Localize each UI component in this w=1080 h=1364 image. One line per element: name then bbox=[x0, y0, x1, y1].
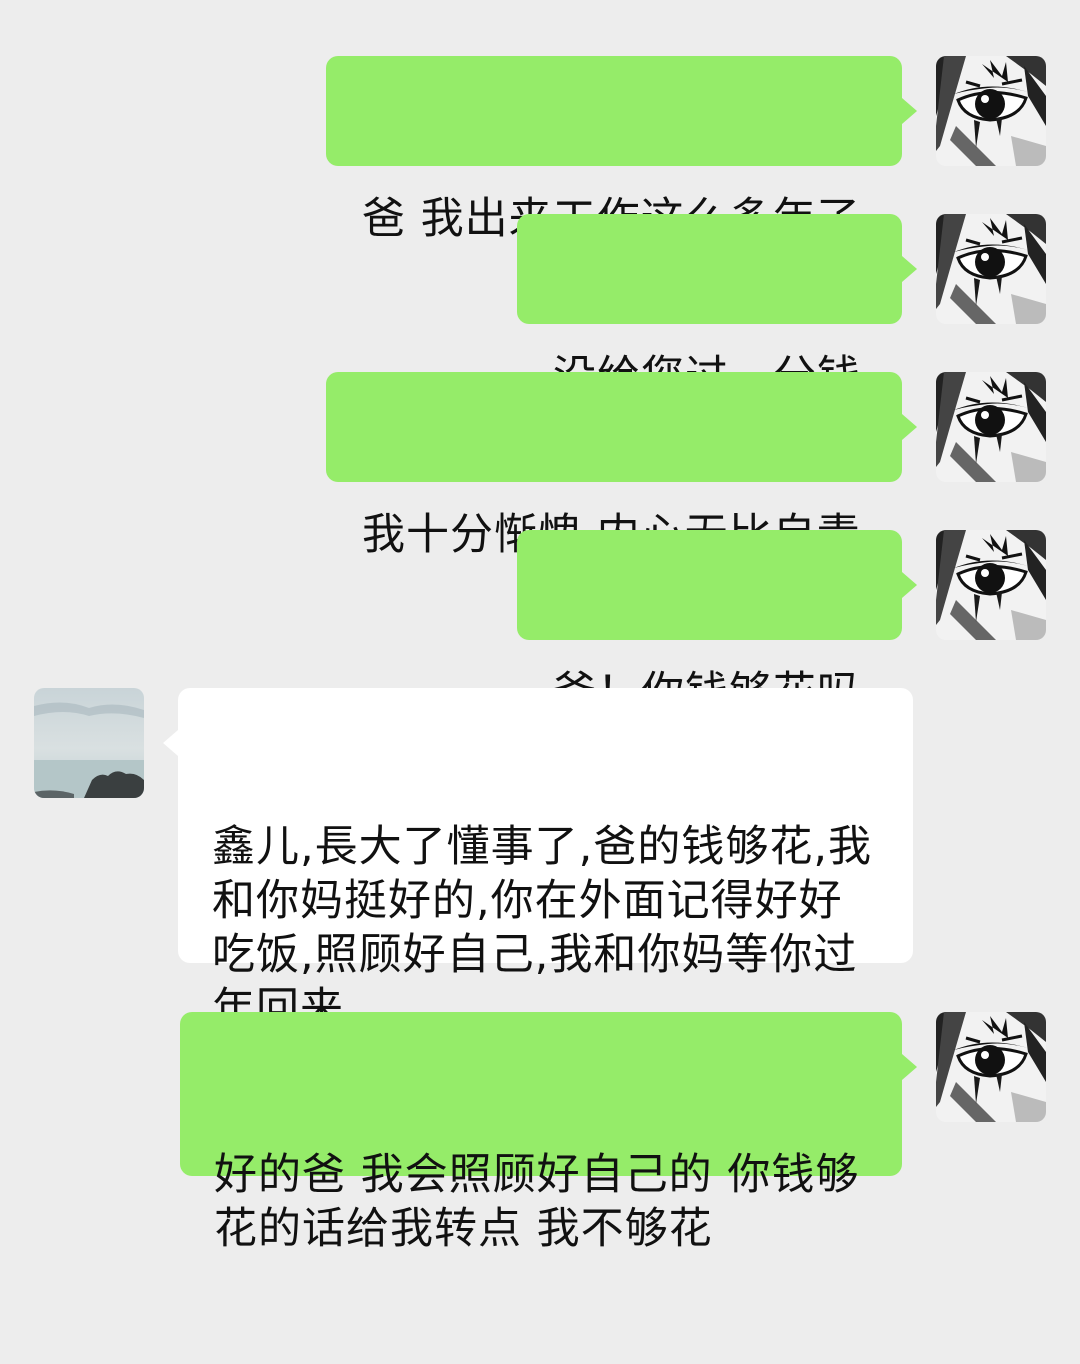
my-avatar-icon[interactable] bbox=[936, 372, 1046, 482]
bubble-tail bbox=[902, 1054, 917, 1080]
manga-eye-avatar-icon bbox=[936, 214, 1046, 324]
bubble-tail bbox=[902, 98, 917, 124]
bubble-tail bbox=[902, 256, 917, 282]
bubble-tail bbox=[163, 730, 178, 756]
my-avatar-icon[interactable] bbox=[936, 530, 1046, 640]
my-avatar-icon[interactable] bbox=[936, 214, 1046, 324]
my-avatar-icon[interactable] bbox=[936, 56, 1046, 166]
outgoing-message-bubble[interactable]: 好的爸 我会照顾好自己的 你钱够花的话给我转点 我不够花 bbox=[180, 1012, 902, 1254]
seaside-landscape-avatar-icon bbox=[34, 688, 144, 798]
outgoing-message-bubble[interactable]: 爸 我出来工作这么多年了 bbox=[326, 56, 902, 244]
message-text: 鑫儿,長大了懂事了,爸的钱够花,我和你妈挺好的,你在外面记得好好吃饭,照顾好自己… bbox=[212, 822, 873, 1034]
manga-eye-avatar-icon bbox=[936, 1012, 1046, 1122]
chat-conversation: 爸 我出来工作这么多年了 没给您过一分钱 我十分惭愧 内心无比自责 爸！你钱够花… bbox=[0, 0, 1080, 1254]
my-avatar-icon[interactable] bbox=[936, 1012, 1046, 1122]
outgoing-message-bubble[interactable]: 我十分惭愧 内心无比自责 bbox=[326, 372, 902, 560]
incoming-message-bubble[interactable]: 鑫儿,長大了懂事了,爸的钱够花,我和你妈挺好的,你在外面记得好好吃饭,照顾好自己… bbox=[178, 688, 913, 1034]
bubble-tail bbox=[902, 414, 917, 440]
bubble-tail bbox=[902, 572, 917, 598]
message-text: 好的爸 我会照顾好自己的 你钱够花的话给我转点 我不够花 bbox=[214, 1150, 860, 1254]
manga-eye-avatar-icon bbox=[936, 530, 1046, 640]
manga-eye-avatar-icon bbox=[936, 372, 1046, 482]
manga-eye-avatar-icon bbox=[936, 56, 1046, 166]
outgoing-message-bubble[interactable]: 爸！你钱够花吗 bbox=[517, 530, 902, 718]
outgoing-message-bubble[interactable]: 没给您过一分钱 bbox=[517, 214, 902, 402]
dad-avatar-icon[interactable] bbox=[34, 688, 144, 798]
